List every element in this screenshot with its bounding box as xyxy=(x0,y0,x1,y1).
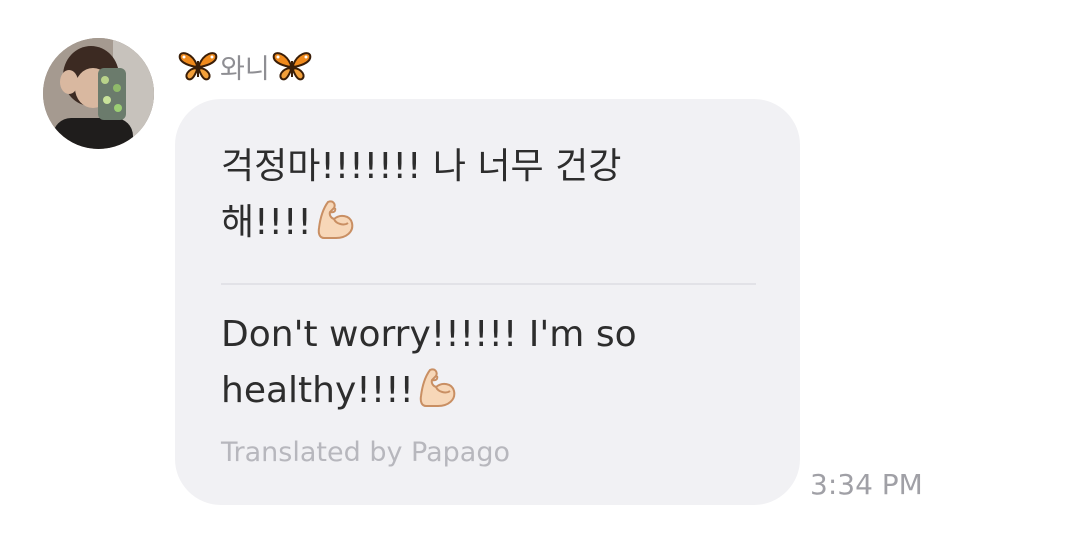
avatar-photo xyxy=(43,38,154,149)
butterfly-icon xyxy=(272,49,312,83)
message-timestamp: 3:34 PM xyxy=(810,468,923,501)
butterfly-icon xyxy=(178,49,218,83)
original-message-text: 걱정마!!!!!!! 나 너무 건강 해!!!! xyxy=(221,139,741,251)
flexed-biceps-icon xyxy=(314,198,358,242)
translation-credit: Translated by Papago xyxy=(221,437,510,468)
flexed-biceps-icon xyxy=(416,366,460,410)
translated-message-line: healthy!!!! xyxy=(221,363,741,419)
avatar[interactable] xyxy=(43,38,154,149)
translated-message-text: Don't worry!!!!!! I'm so healthy!!!! xyxy=(221,307,741,419)
message-bubble[interactable]: 걱정마!!!!!!! 나 너무 건강 해!!!! Don't worry!!!!… xyxy=(175,99,800,505)
translated-message-line: Don't worry!!!!!! I'm so xyxy=(221,314,637,355)
sender-name-row: 와니 xyxy=(178,46,312,86)
original-message-line: 해!!!! xyxy=(221,195,741,251)
original-message-line: 걱정마!!!!!!! 나 너무 건강 xyxy=(221,146,622,187)
sender-name: 와니 xyxy=(220,53,270,85)
translation-divider xyxy=(221,283,756,285)
